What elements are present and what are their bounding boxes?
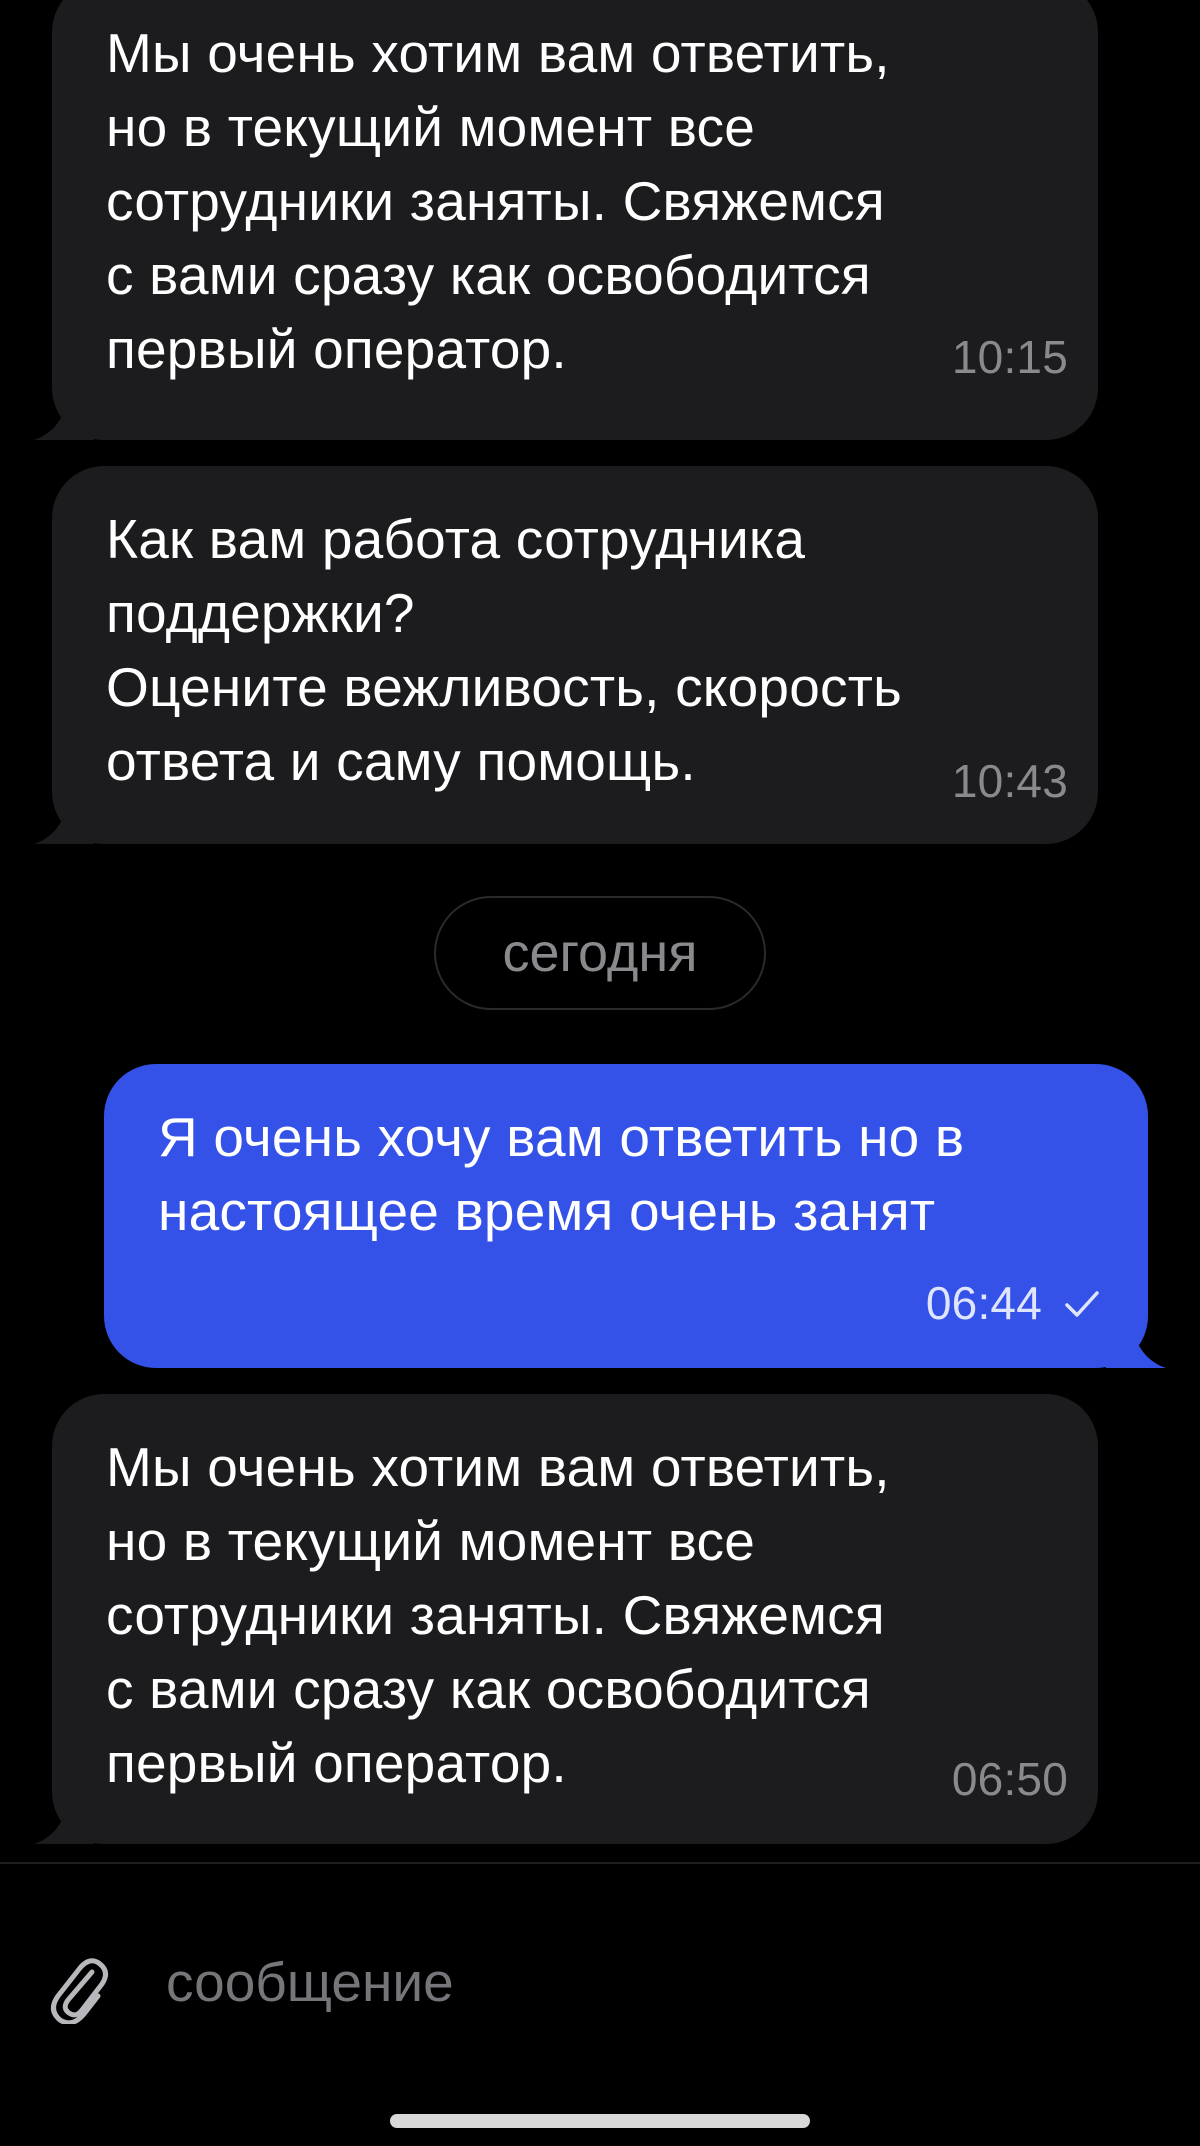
message-text: Как вам работа сотрудника поддержки? Оце…: [106, 508, 902, 792]
incoming-message[interactable]: Как вам работа сотрудника поддержки? Оце…: [34, 466, 1098, 844]
message-time: 10:43: [951, 755, 1068, 807]
message-time: 06:50: [951, 1753, 1068, 1805]
paperclip-icon[interactable]: [46, 1950, 110, 2024]
incoming-message[interactable]: Мы очень хотим вам ответить, но в текущи…: [34, 0, 1098, 440]
bubble-tail: [34, 390, 94, 440]
message-text: Мы очень хотим вам ответить, но в текущи…: [106, 22, 890, 380]
bubble-tail: [34, 794, 94, 844]
message-text: Я очень хочу вам ответить но в настоящее…: [158, 1106, 965, 1242]
home-indicator: [390, 2114, 810, 2128]
message-time: 06:44: [925, 1277, 1042, 1329]
outgoing-message[interactable]: Я очень хочу вам ответить но в настоящее…: [104, 1064, 1166, 1368]
message-composer: [0, 1862, 1200, 2146]
checkmark-icon: [1065, 1291, 1099, 1317]
chat-history[interactable]: Мы очень хотим вам ответить, но в текущи…: [0, 0, 1200, 1862]
date-separator: сегодня: [434, 896, 766, 1010]
bubble-tail: [1106, 1318, 1166, 1368]
message-text: Мы очень хотим вам ответить, но в текущи…: [106, 1436, 890, 1794]
message-input[interactable]: [166, 1944, 1126, 2020]
incoming-message[interactable]: Мы очень хотим вам ответить, но в текущи…: [34, 1394, 1098, 1844]
bubble-tail: [34, 1794, 94, 1844]
message-time: 10:15: [951, 331, 1068, 383]
